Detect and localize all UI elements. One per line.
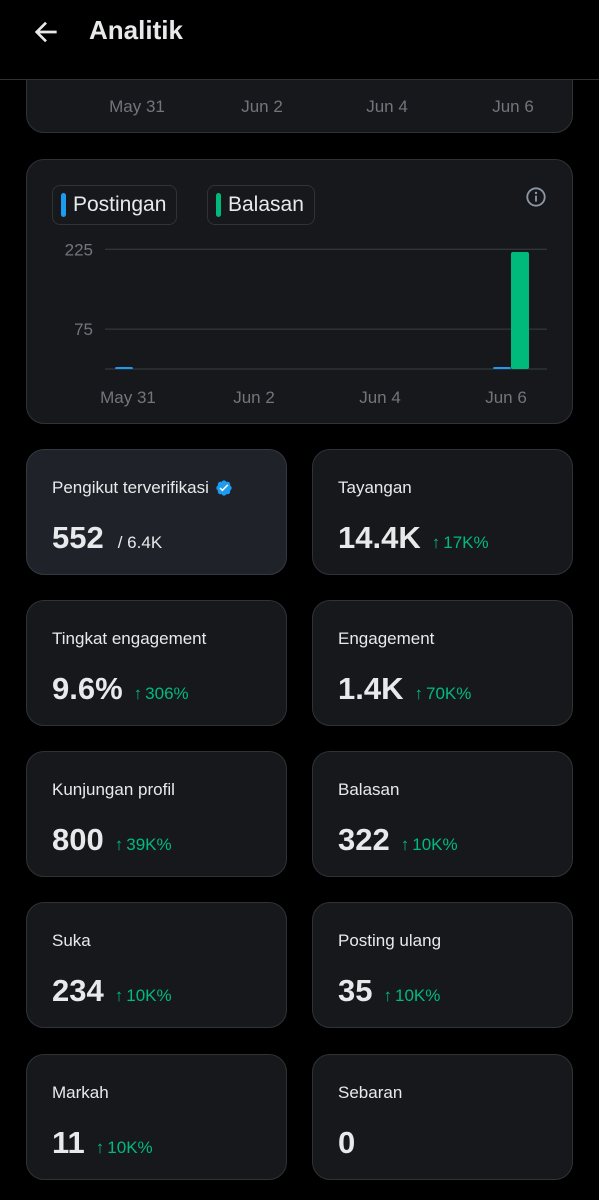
metric-value-row: 11 ↑ 10K% xyxy=(52,1125,153,1161)
x-tick-label: May 31 xyxy=(109,97,165,116)
metric-delta-text: 10K% xyxy=(412,835,458,854)
metric-delta: ↑ 10K% xyxy=(383,986,440,1006)
metric-label-text: Tingkat engagement xyxy=(52,629,207,648)
arrow-left-icon xyxy=(34,21,57,43)
metric-value-row: 35 ↑ 10K% xyxy=(338,973,440,1009)
metric-card[interactable]: Sebaran 0 xyxy=(312,1054,573,1180)
metric-card[interactable]: Suka 234 ↑ 10K% xyxy=(26,902,287,1028)
metric-label-text: Pengikut terverifikasi xyxy=(52,478,209,497)
metric-card[interactable]: Markah 11 ↑ 10K% xyxy=(26,1054,287,1180)
x-tick-label: Jun 6 xyxy=(485,388,527,407)
metric-value: 0 xyxy=(338,1125,356,1160)
metric-label-text: Suka xyxy=(52,931,91,950)
metric-value-row: 552 / 6.4K xyxy=(52,520,162,556)
metric-label-text: Sebaran xyxy=(338,1083,403,1102)
metric-delta: ↑ 10K% xyxy=(96,1138,153,1158)
metric-delta: ↑ 39K% xyxy=(115,835,172,855)
bar-chart: 225 75 May 31 Jun 2 Jun 4 Jun 6 xyxy=(65,240,547,407)
bar-postingan xyxy=(115,367,133,369)
x-tick-label: May 31 xyxy=(100,388,156,407)
bar-postingan xyxy=(493,367,511,369)
metric-card[interactable]: Balasan 322 ↑ 10K% xyxy=(312,751,573,877)
metric-delta-text: 10K% xyxy=(107,1138,153,1157)
metric-value-row: 0 xyxy=(338,1125,355,1161)
x-tick-label: Jun 4 xyxy=(366,97,408,116)
app-header: Analitik xyxy=(0,0,599,80)
metric-delta-text: 39K% xyxy=(126,835,172,854)
metric-label: Balasan xyxy=(338,780,399,800)
metric-card[interactable]: Engagement 1.4K ↑ 70K% xyxy=(312,600,573,726)
metric-label: Markah xyxy=(52,1083,109,1103)
metric-value: 234 xyxy=(52,973,104,1008)
metric-label: Kunjungan profil xyxy=(52,780,175,800)
arrow-up-icon: ↑ xyxy=(383,986,392,1005)
arrow-up-icon: ↑ xyxy=(133,684,143,703)
metric-label: Suka xyxy=(52,931,91,951)
metric-label-text: Markah xyxy=(52,1083,109,1102)
metric-delta: ↑ 17K% xyxy=(432,533,489,553)
y-tick-label: 225 xyxy=(65,240,93,259)
arrow-up-icon: ↑ xyxy=(114,835,124,854)
metric-card[interactable]: Kunjungan profil 800 ↑ 39K% xyxy=(26,751,287,877)
metric-value: 800 xyxy=(52,822,104,857)
metric-label: Sebaran xyxy=(338,1083,402,1103)
x-tick-label: Jun 2 xyxy=(241,97,283,116)
arrow-up-icon: ↑ xyxy=(95,1138,105,1157)
metric-value-row: 14.4K ↑ 17K% xyxy=(338,520,489,556)
metric-delta: ↑ 10K% xyxy=(401,835,458,855)
activity-chart-card: Postingan Balasan 225 75 May 31 Jun 2 Jun 4J… xyxy=(26,159,573,424)
x-tick-label: Jun 4 xyxy=(359,388,401,407)
metric-value: 11 xyxy=(52,1125,85,1160)
metric-delta: ↑ 10K% xyxy=(115,986,172,1006)
metric-card[interactable]: Pengikut terverifikasi 552 / 6.4K xyxy=(26,449,287,575)
metric-value-row: 800 ↑ 39K% xyxy=(52,822,172,858)
verified-badge-icon xyxy=(216,480,232,496)
arrow-up-icon: ↑ xyxy=(431,533,441,552)
metric-label: Tingkat engagement xyxy=(52,629,206,649)
metric-card[interactable]: Posting ulang 35 ↑ 10K% xyxy=(312,902,573,1028)
metric-total: / 6.4K xyxy=(117,533,163,552)
metric-label: Posting ulang xyxy=(338,931,441,951)
metric-label: Engagement xyxy=(338,629,434,649)
metric-card[interactable]: Tingkat engagement 9.6% ↑ 306% xyxy=(26,600,287,726)
metric-value-row: 1.4K ↑ 70K% xyxy=(338,671,471,707)
metric-value: 552 xyxy=(52,520,104,555)
metric-delta-text: 306% xyxy=(145,684,189,703)
metric-value: 35 xyxy=(338,973,373,1008)
arrow-up-icon: ↑ xyxy=(400,835,410,854)
x-tick-label: Jun 6 xyxy=(492,97,534,116)
metric-label: Tayangan xyxy=(338,478,412,498)
metric-label-text: Posting ulang xyxy=(338,931,442,950)
metric-value: 1.4K xyxy=(338,671,404,706)
arrow-up-icon: ↑ xyxy=(414,684,423,703)
metric-delta: ↑ 306% xyxy=(134,684,189,704)
metric-delta-text: 10K% xyxy=(126,986,172,1005)
metric-delta-text: 17K% xyxy=(443,533,489,552)
metric-value-row: 322 ↑ 10K% xyxy=(338,822,458,858)
metric-delta-text: 10K% xyxy=(394,986,441,1005)
metric-value-row: 234 ↑ 10K% xyxy=(52,973,172,1009)
metric-label-text: Balasan xyxy=(338,780,400,799)
y-tick-label: 75 xyxy=(74,320,93,339)
metric-label: Pengikut terverifikasi xyxy=(52,478,233,498)
x-tick-label: Jun 2 xyxy=(233,388,275,407)
back-button[interactable] xyxy=(26,14,66,50)
metric-value: 14.4K xyxy=(338,520,421,555)
bar-balasan xyxy=(511,251,529,369)
metric-delta: ↑ 70K% xyxy=(414,684,471,704)
arrow-up-icon: ↑ xyxy=(114,986,124,1005)
metric-label-text: Kunjungan profil xyxy=(52,780,175,799)
metric-label-text: Engagement xyxy=(338,629,435,648)
metric-label-text: Tayangan xyxy=(338,478,412,497)
metric-value: 9.6% xyxy=(52,671,123,706)
metric-value: 322 xyxy=(338,822,390,857)
metric-delta-text: 70K% xyxy=(425,684,472,703)
metric-value-row: 9.6% ↑ 306% xyxy=(52,671,189,707)
page-title: Analitik xyxy=(89,15,183,45)
metric-card[interactable]: Tayangan 14.4K ↑ 17K% xyxy=(312,449,573,575)
